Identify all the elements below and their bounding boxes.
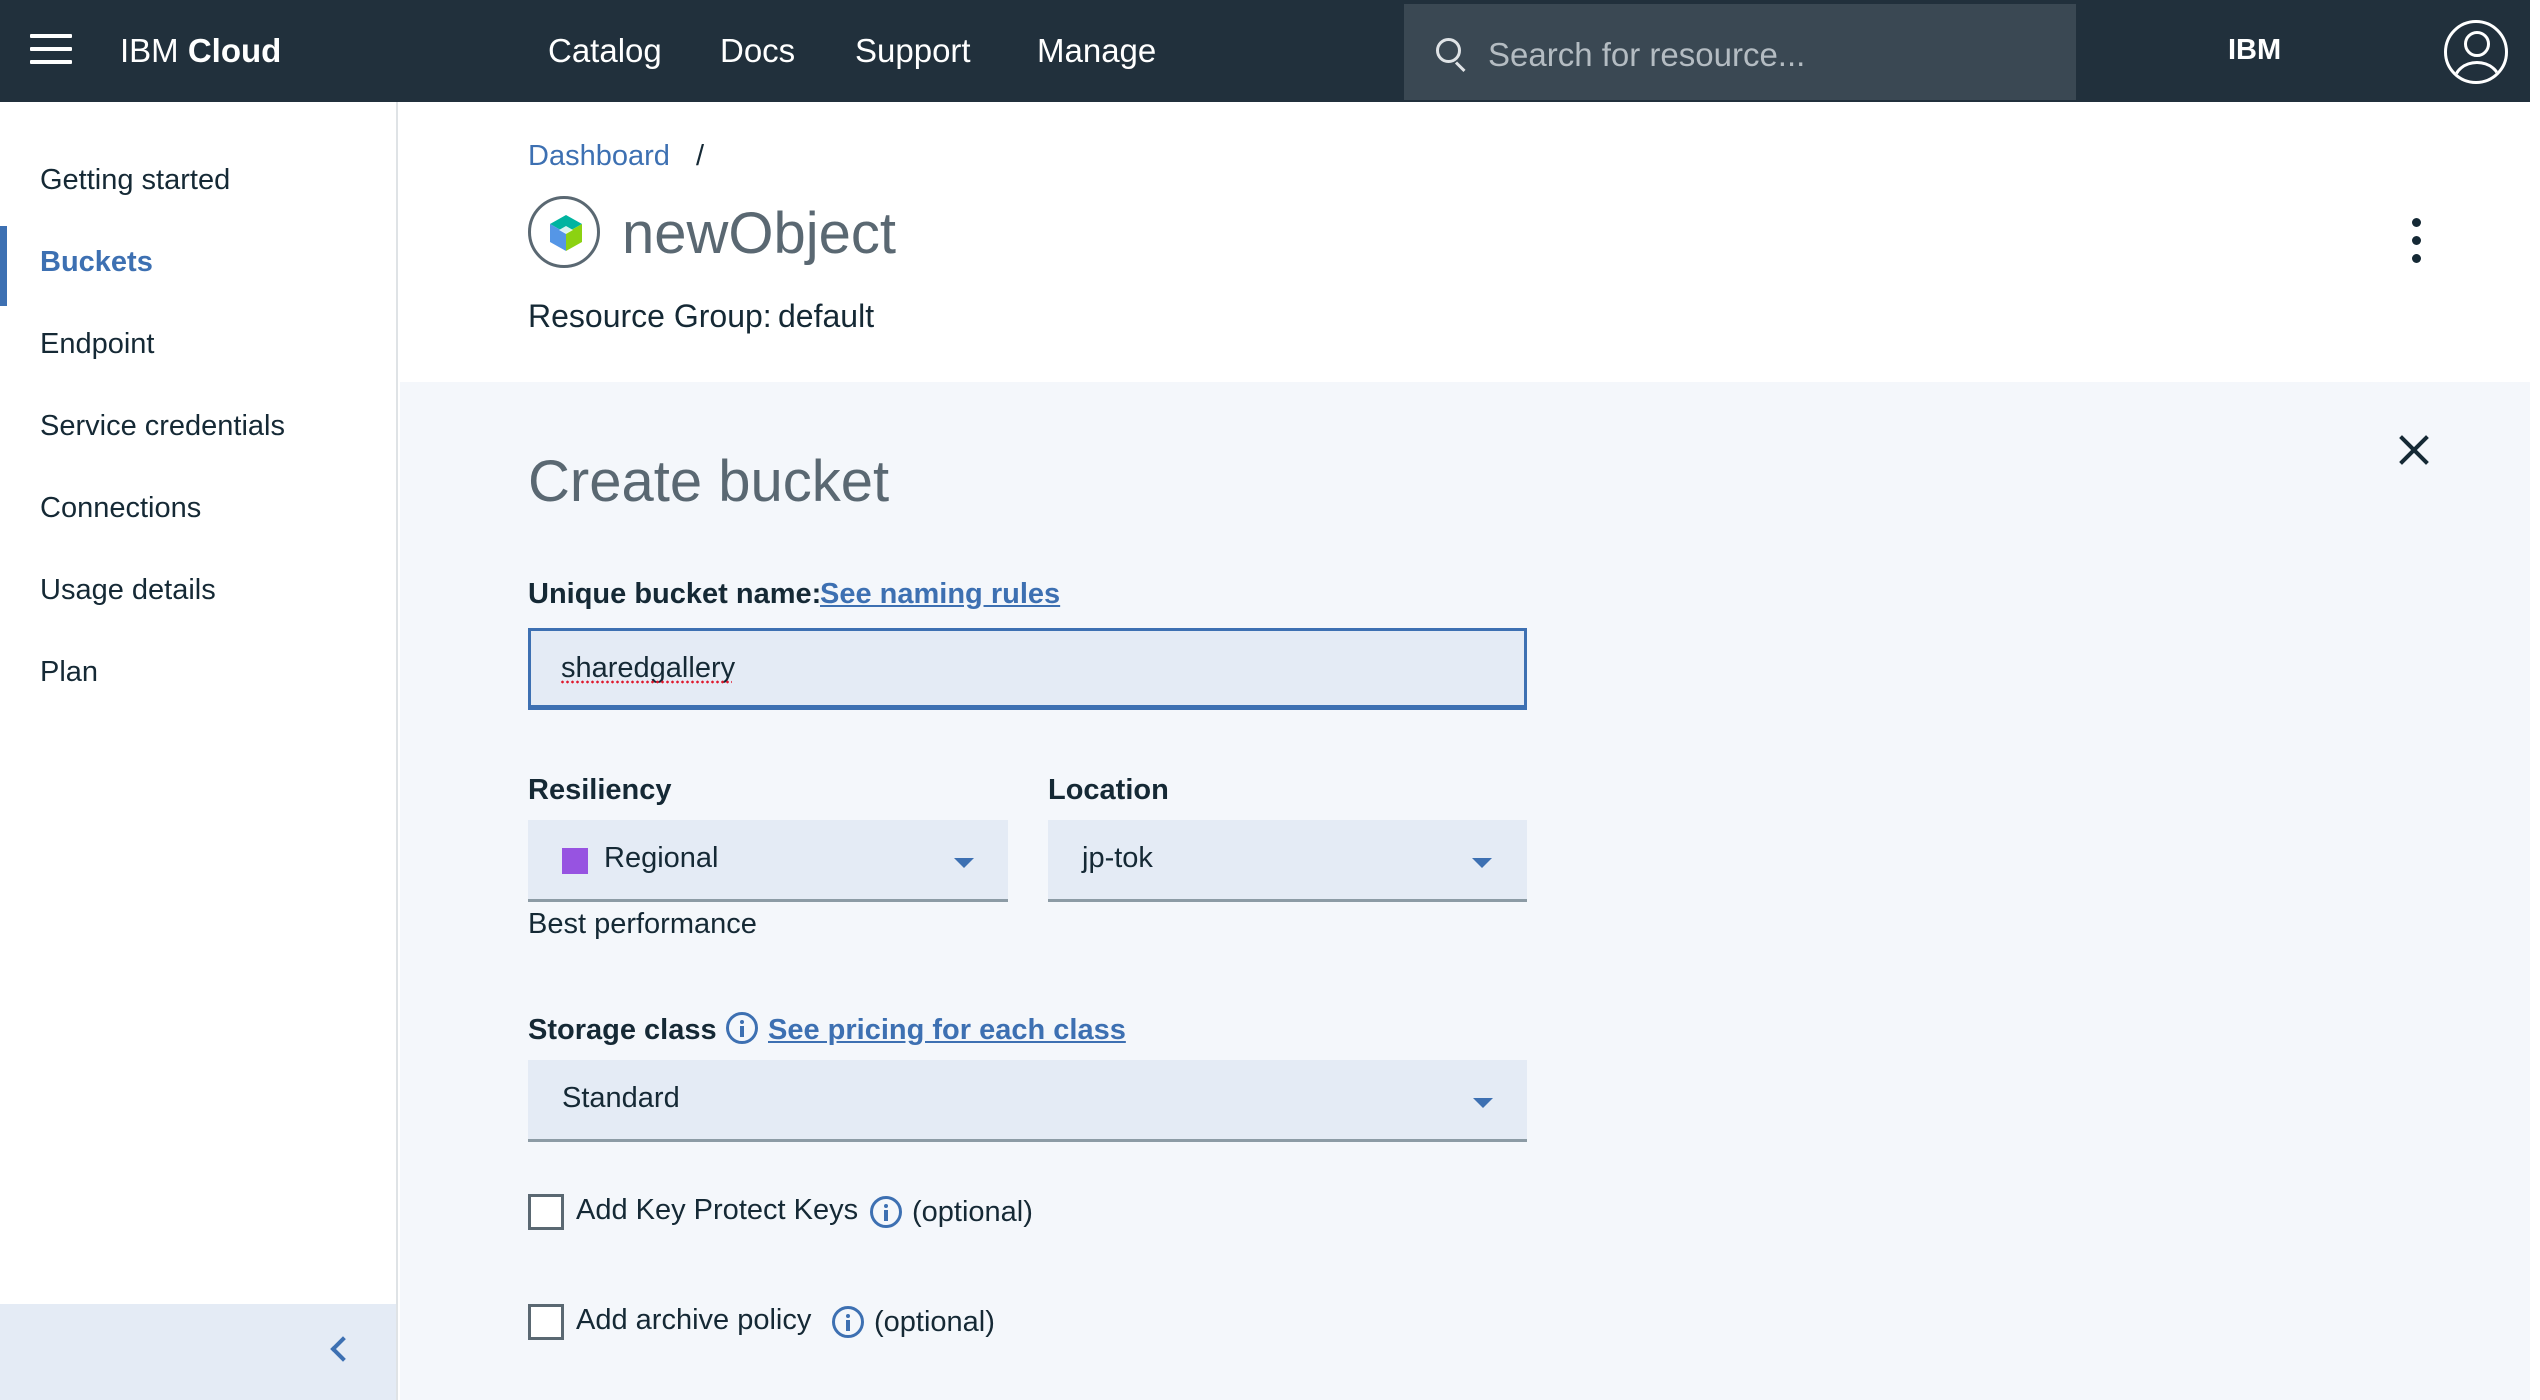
resiliency-helper-text: Best performance xyxy=(528,908,757,940)
key-protect-label[interactable]: Add Key Protect Keys xyxy=(576,1194,858,1227)
nav-docs[interactable]: Docs xyxy=(720,32,795,70)
sidebar-item-plan[interactable]: Plan xyxy=(40,656,98,689)
archive-policy-label[interactable]: Add archive policy xyxy=(576,1304,811,1337)
storage-class-value: Standard xyxy=(562,1082,680,1114)
resource-group-label: Resource Group: xyxy=(528,298,772,334)
info-icon[interactable] xyxy=(832,1306,864,1338)
storage-class-select[interactable]: Standard xyxy=(528,1060,1527,1142)
account-switcher[interactable]: IBM xyxy=(2228,34,2281,67)
sidebar: Getting started Buckets Endpoint Service… xyxy=(0,102,398,1400)
key-protect-checkbox[interactable] xyxy=(528,1194,564,1230)
close-icon[interactable] xyxy=(2398,434,2430,466)
chevron-down-icon xyxy=(954,858,974,868)
user-avatar-icon[interactable] xyxy=(2444,20,2508,84)
storage-class-label: Storage class xyxy=(528,1014,717,1046)
location-label: Location xyxy=(1048,774,1169,806)
brand-bold: Cloud xyxy=(187,32,282,69)
sidebar-item-usage-details[interactable]: Usage details xyxy=(40,574,216,607)
object-storage-icon xyxy=(528,196,600,268)
sidebar-collapse-bar[interactable] xyxy=(0,1304,396,1400)
resiliency-value: Regional xyxy=(604,842,719,874)
sidebar-item-service-credentials[interactable]: Service credentials xyxy=(40,410,285,443)
search-input[interactable]: Search for resource... xyxy=(1488,36,1805,74)
search-icon xyxy=(1436,38,1466,73)
archive-policy-checkbox[interactable] xyxy=(528,1304,564,1340)
search-bar[interactable]: Search for resource... xyxy=(1404,4,2076,100)
top-navigation-bar: IBM Cloud Catalog Docs Support Manage Se… xyxy=(0,0,2530,102)
overflow-menu-icon[interactable] xyxy=(2412,218,2424,268)
hamburger-menu-icon[interactable] xyxy=(30,34,72,68)
bucket-name-label: Unique bucket name: xyxy=(528,578,822,610)
brand-plain: IBM xyxy=(120,32,188,69)
chevron-left-icon[interactable] xyxy=(330,1336,356,1362)
nav-catalog[interactable]: Catalog xyxy=(548,32,662,70)
spellcheck-underline xyxy=(560,680,732,684)
pricing-link[interactable]: See pricing for each class xyxy=(768,1014,1126,1047)
location-select[interactable]: jp-tok xyxy=(1048,820,1527,902)
breadcrumb-separator: / xyxy=(696,140,705,172)
sidebar-item-getting-started[interactable]: Getting started xyxy=(40,164,230,197)
resiliency-label: Resiliency xyxy=(528,774,672,806)
key-protect-optional: (optional) xyxy=(912,1196,1033,1228)
active-indicator xyxy=(0,226,7,306)
regional-color-swatch xyxy=(562,848,588,874)
nav-manage[interactable]: Manage xyxy=(1037,32,1156,70)
naming-rules-link[interactable]: See naming rules xyxy=(820,578,1060,611)
breadcrumb-dashboard[interactable]: Dashboard xyxy=(528,140,670,173)
info-icon[interactable] xyxy=(870,1196,902,1228)
resource-group-value: default xyxy=(778,298,875,334)
sidebar-item-endpoint[interactable]: Endpoint xyxy=(40,328,155,361)
resiliency-select[interactable]: Regional xyxy=(528,820,1008,902)
form-title: Create bucket xyxy=(528,449,890,514)
nav-support[interactable]: Support xyxy=(855,32,971,70)
ibm-cloud-logo[interactable]: IBM Cloud xyxy=(120,32,281,70)
resource-header: Dashboard / newObject Resource Group: de… xyxy=(400,102,2530,382)
bucket-name-input[interactable] xyxy=(528,628,1527,710)
chevron-down-icon xyxy=(1473,1098,1493,1108)
info-icon[interactable] xyxy=(726,1012,758,1044)
chevron-down-icon xyxy=(1472,858,1492,868)
page-title: newObject xyxy=(622,201,897,266)
sidebar-item-buckets[interactable]: Buckets xyxy=(40,246,153,279)
create-bucket-panel: Create bucket Unique bucket name: See na… xyxy=(400,382,2530,1400)
location-value: jp-tok xyxy=(1082,842,1153,874)
archive-policy-optional: (optional) xyxy=(874,1306,995,1338)
sidebar-item-connections[interactable]: Connections xyxy=(40,492,201,525)
